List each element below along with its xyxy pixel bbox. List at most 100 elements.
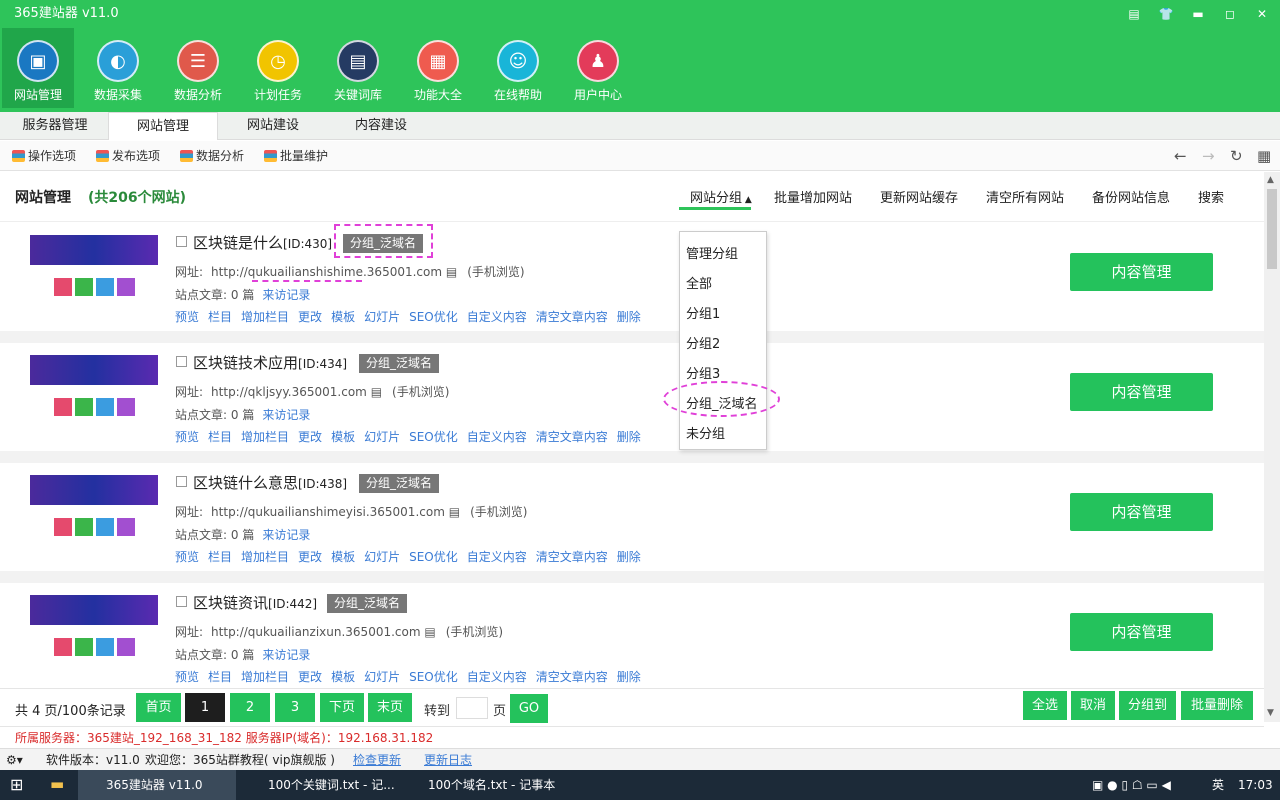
select-all-button[interactable]: 全选 xyxy=(1023,691,1067,720)
action-clear-articles[interactable]: 清空文章内容 xyxy=(536,548,608,565)
action-delete[interactable]: 删除 xyxy=(617,308,641,325)
update-cache-link[interactable]: 更新网站缓存 xyxy=(880,187,958,206)
action-custom-content[interactable]: 自定义内容 xyxy=(467,548,527,565)
group-filter-link[interactable]: 网站分组 ▲ xyxy=(690,187,752,206)
action-delete[interactable]: 删除 xyxy=(617,668,641,685)
page-2-button[interactable]: 2 xyxy=(230,693,270,722)
action-slideshow[interactable]: 幻灯片 xyxy=(364,428,400,445)
site-url[interactable]: http://qukuailianshimeyisi.365001.com xyxy=(211,505,445,519)
action-template[interactable]: 模板 xyxy=(331,548,355,565)
dropdown-group-3[interactable]: 分组3 xyxy=(686,363,720,382)
dropdown-group-1[interactable]: 分组1 xyxy=(686,303,720,322)
action-add-column[interactable]: 增加栏目 xyxy=(241,668,289,685)
copy-icon[interactable]: ▤ xyxy=(446,265,457,279)
go-button[interactable]: GO xyxy=(510,694,548,723)
action-delete[interactable]: 删除 xyxy=(617,428,641,445)
tab-website-building[interactable]: 网站建设 xyxy=(218,112,328,140)
action-columns[interactable]: 栏目 xyxy=(208,668,232,685)
toolbar-batch-maintain[interactable]: 批量维护 xyxy=(264,147,328,164)
ribbon-data-analysis[interactable]: ☰ 数据分析 xyxy=(162,28,234,108)
dropdown-ungrouped[interactable]: 未分组 xyxy=(686,423,725,442)
tab-server-management[interactable]: 服务器管理 xyxy=(0,112,110,140)
action-columns[interactable]: 栏目 xyxy=(208,308,232,325)
action-clear-articles[interactable]: 清空文章内容 xyxy=(536,668,608,685)
visit-log-link[interactable]: 来访记录 xyxy=(262,648,310,662)
action-add-column[interactable]: 增加栏目 xyxy=(241,308,289,325)
ribbon-keyword-library[interactable]: ▤ 关键词库 xyxy=(322,28,394,108)
action-seo[interactable]: SEO优化 xyxy=(409,428,458,445)
taskbar-app-365[interactable]: 365建站器 v11.0 xyxy=(78,770,236,800)
refresh-icon[interactable]: ↻ xyxy=(1230,147,1243,165)
ribbon-online-help[interactable]: ☺ 在线帮助 xyxy=(482,28,554,108)
close-icon[interactable]: ✕ xyxy=(1254,0,1270,28)
ribbon-user-center[interactable]: ♟ 用户中心 xyxy=(562,28,634,108)
taskbar-notepad-domains[interactable]: 100个域名.txt - 记事本 xyxy=(400,770,560,800)
action-add-column[interactable]: 增加栏目 xyxy=(241,428,289,445)
forward-arrow-icon[interactable]: → xyxy=(1202,147,1215,165)
restore-icon[interactable]: ◻ xyxy=(1222,0,1238,28)
copy-icon[interactable]: ▤ xyxy=(371,385,382,399)
dropdown-group-2[interactable]: 分组2 xyxy=(686,333,720,352)
taskbar-notepad-keywords[interactable]: 100个关键词.txt - 记... xyxy=(240,770,398,800)
action-preview[interactable]: 预览 xyxy=(175,428,199,445)
content-management-button[interactable]: 内容管理 xyxy=(1070,373,1213,411)
dropdown-manage-groups[interactable]: 管理分组 xyxy=(686,243,738,262)
next-page-button[interactable]: 下页 xyxy=(320,693,364,722)
tab-website-management[interactable]: 网站管理 xyxy=(108,112,218,140)
last-page-button[interactable]: 末页 xyxy=(368,693,412,722)
grid-view-icon[interactable]: ▦ xyxy=(1257,147,1271,165)
skin-icon[interactable]: 👕 xyxy=(1158,0,1174,28)
ribbon-website-management[interactable]: ▣ 网站管理 xyxy=(2,28,74,108)
mobile-preview-link[interactable]: (手机浏览) xyxy=(446,625,503,639)
action-columns[interactable]: 栏目 xyxy=(208,428,232,445)
scroll-up-icon[interactable]: ▲ xyxy=(1267,175,1274,185)
action-preview[interactable]: 预览 xyxy=(175,308,199,325)
site-url[interactable]: http://qukuailianshishime.365001.com xyxy=(211,265,442,279)
check-update-link[interactable]: 检查更新 xyxy=(353,749,401,771)
action-edit[interactable]: 更改 xyxy=(298,548,322,565)
cancel-button[interactable]: 取消 xyxy=(1071,691,1115,720)
visit-log-link[interactable]: 来访记录 xyxy=(262,288,310,302)
copy-icon[interactable]: ▤ xyxy=(424,625,435,639)
mobile-preview-link[interactable]: (手机浏览) xyxy=(467,265,524,279)
file-explorer-icon[interactable]: ▬ xyxy=(50,775,64,793)
windows-start-icon[interactable]: ⊞ xyxy=(10,775,23,794)
search-link[interactable]: 搜索 xyxy=(1198,187,1224,206)
copy-icon[interactable]: ▤ xyxy=(449,505,460,519)
ribbon-all-features[interactable]: ▦ 功能大全 xyxy=(402,28,474,108)
batch-add-sites-link[interactable]: 批量增加网站 xyxy=(774,187,852,206)
action-edit[interactable]: 更改 xyxy=(298,428,322,445)
clock[interactable]: 17:03 xyxy=(1238,770,1273,800)
batch-delete-button[interactable]: 批量删除 xyxy=(1181,691,1253,720)
goto-page-input[interactable] xyxy=(456,697,488,719)
action-preview[interactable]: 预览 xyxy=(175,548,199,565)
first-page-button[interactable]: 首页 xyxy=(136,693,181,722)
toolbar-data-analysis[interactable]: 数据分析 xyxy=(180,147,244,164)
site-checkbox[interactable] xyxy=(176,476,187,487)
action-clear-articles[interactable]: 清空文章内容 xyxy=(536,308,608,325)
action-template[interactable]: 模板 xyxy=(331,668,355,685)
ribbon-scheduled-tasks[interactable]: ◷ 计划任务 xyxy=(242,28,314,108)
page-3-button[interactable]: 3 xyxy=(275,693,315,722)
tray-apps-icon[interactable]: ▣ ● ▯ ☖ ▭ ◀ xyxy=(1092,770,1171,800)
content-management-button[interactable]: 内容管理 xyxy=(1070,613,1213,651)
action-slideshow[interactable]: 幻灯片 xyxy=(364,308,400,325)
site-checkbox[interactable] xyxy=(176,356,187,367)
action-template[interactable]: 模板 xyxy=(331,308,355,325)
action-custom-content[interactable]: 自定义内容 xyxy=(467,668,527,685)
group-to-button[interactable]: 分组到 xyxy=(1119,691,1176,720)
toolbar-publish-options[interactable]: 发布选项 xyxy=(96,147,160,164)
site-checkbox[interactable] xyxy=(176,596,187,607)
scroll-down-icon[interactable]: ▼ xyxy=(1267,708,1274,718)
settings-icon[interactable]: ⚙▾ xyxy=(6,749,23,771)
mobile-preview-link[interactable]: (手机浏览) xyxy=(470,505,527,519)
action-seo[interactable]: SEO优化 xyxy=(409,308,458,325)
vertical-scrollbar[interactable]: ▲ ▼ xyxy=(1264,172,1280,722)
action-edit[interactable]: 更改 xyxy=(298,308,322,325)
tab-content-building[interactable]: 内容建设 xyxy=(326,112,436,140)
action-edit[interactable]: 更改 xyxy=(298,668,322,685)
feedback-icon[interactable]: ▤ xyxy=(1126,0,1142,28)
update-log-link[interactable]: 更新日志 xyxy=(424,749,472,771)
clear-sites-link[interactable]: 清空所有网站 xyxy=(986,187,1064,206)
toolbar-operation-options[interactable]: 操作选项 xyxy=(12,147,76,164)
